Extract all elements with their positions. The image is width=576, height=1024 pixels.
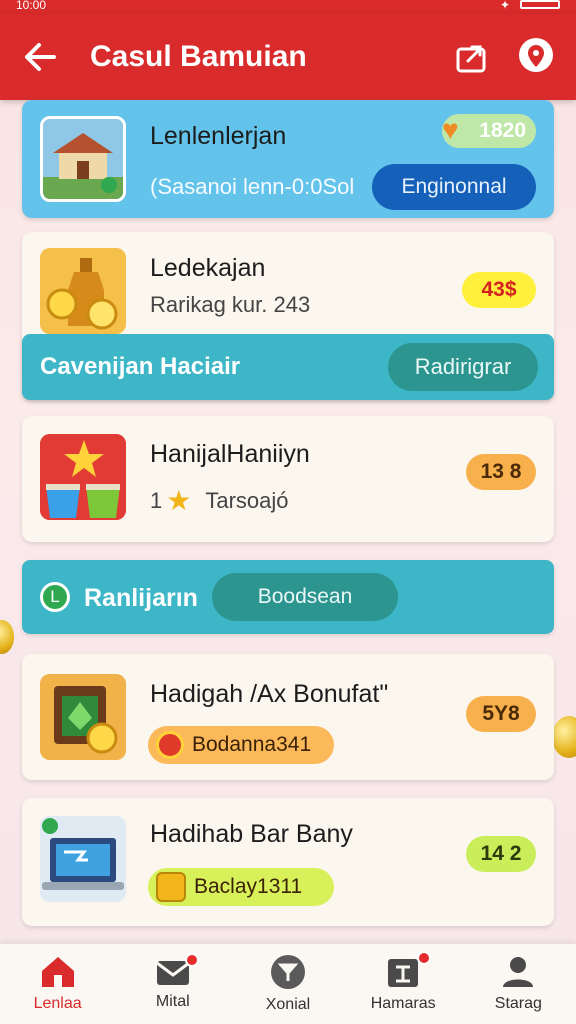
enginonnal-button[interactable]: Enginonnal (372, 164, 536, 210)
drinks-star-icon (40, 434, 126, 520)
chip-label: Baclay1311 (194, 875, 303, 898)
red-coin-icon (156, 731, 184, 759)
coins-bottle-icon (40, 248, 126, 334)
list-item[interactable]: Lenlenlerjan (Sasanoi lenn-0:0Sol ♥ 1820… (22, 100, 554, 218)
subtitle-prefix: 1 (150, 488, 163, 513)
home-icon (41, 957, 74, 987)
temple-icon (43, 119, 123, 199)
item-title: HanijalHaniiyn (150, 440, 310, 468)
reward-chip[interactable]: Baclay1311 (148, 868, 334, 906)
nav-label: Mital (155, 993, 190, 1010)
coin-decoration-icon (552, 716, 576, 758)
page-title: Casul Bamuian (90, 40, 307, 73)
coin-decoration-icon (0, 620, 14, 654)
bottom-nav: Lenlaa Mital Xonial Hamaras Starag (0, 944, 576, 1024)
banner-label: Ranlijarın (84, 584, 198, 612)
list-item[interactable]: Hadigah /Ax Bonufat" Bodanna341 5Y8 (22, 654, 554, 780)
notification-dot (184, 953, 199, 967)
nav-gift[interactable]: Hamaras (353, 951, 453, 1013)
subtitle-text: Tarsoajó (205, 488, 289, 513)
share-button[interactable] (452, 37, 492, 77)
status-icons: ✦ (499, 0, 560, 12)
gold-pot-icon (156, 872, 186, 902)
gift-icon (388, 959, 419, 987)
app-bar: Casul Bamuian (0, 14, 576, 100)
price-badge: 13 8 (466, 454, 536, 490)
banner-label: Cavenijan Haciair (40, 353, 241, 380)
promo-banner: Cavenijan Haciair Radirigrar (22, 334, 554, 400)
laptop-icon (40, 816, 126, 902)
item-title: Lenlenlerjan (150, 122, 287, 150)
item-title: Ledekajan (150, 254, 266, 282)
wallet-thumbnail (40, 674, 126, 760)
score-badge: ♥ 1820 (442, 114, 536, 148)
price-badge: 5Y8 (466, 696, 536, 732)
score-value: 1820 (479, 119, 526, 142)
price-badge: 43$ (462, 272, 536, 308)
coins-thumbnail (40, 248, 126, 334)
compass-icon (270, 955, 305, 989)
notification-dot (417, 951, 432, 965)
back-arrow-icon (25, 43, 56, 71)
list-item[interactable]: Hadihab Bar Bany Baclay1311 14 2 (22, 798, 554, 926)
status-bar: 10:00 ✦ (0, 0, 576, 14)
wallet-coin-icon (40, 674, 126, 760)
clock-icon: L (40, 582, 70, 612)
back-button[interactable] (20, 37, 60, 77)
nav-compass[interactable]: Xonial (238, 954, 338, 1014)
location-button[interactable] (516, 37, 556, 77)
price-badge: 14 2 (466, 836, 536, 872)
share-icon (456, 45, 486, 73)
laptop-thumbnail (40, 816, 126, 902)
drinks-thumbnail (40, 434, 126, 520)
item-title: Hadihab Bar Bany (150, 820, 353, 848)
nav-home[interactable]: Lenlaa (8, 955, 108, 1013)
battery-icon (520, 0, 560, 9)
nav-label: Xonial (265, 996, 311, 1013)
list-item[interactable]: HanijalHaniiyn 1 ★ Tarsoajó 13 8 (22, 416, 554, 542)
status-time: 10:00 (16, 0, 47, 12)
profile-icon (503, 957, 534, 987)
nav-profile[interactable]: Starag (468, 955, 568, 1013)
nav-label: Hamaras (370, 995, 436, 1012)
star-icon: ★ (166, 485, 192, 516)
item-subtitle: 1 ★ Tarsoajó (150, 485, 289, 516)
reward-chip[interactable]: Bodanna341 (148, 726, 334, 764)
radirigrar-button[interactable]: Radirigrar (388, 343, 538, 391)
filter-banner: L Ranlijarın Boodsean (22, 560, 554, 634)
location-pin-icon (519, 38, 553, 72)
nav-mail[interactable]: Mital (123, 953, 223, 1011)
nav-label: Starag (494, 995, 542, 1012)
heart-icon: ♥ (442, 114, 459, 145)
signal-icon: ✦ (499, 0, 510, 12)
boodsean-button[interactable]: Boodsean (212, 573, 398, 621)
item-subtitle: (Sasanoi lenn-0:0Sol (150, 174, 355, 199)
temple-thumbnail (40, 116, 126, 202)
item-title: Hadigah /Ax Bonufat" (150, 680, 389, 708)
item-subtitle: Rarikag kur. 243 (150, 292, 311, 317)
nav-label: Lenlaa (33, 995, 82, 1012)
chip-label: Bodanna341 (192, 733, 312, 756)
